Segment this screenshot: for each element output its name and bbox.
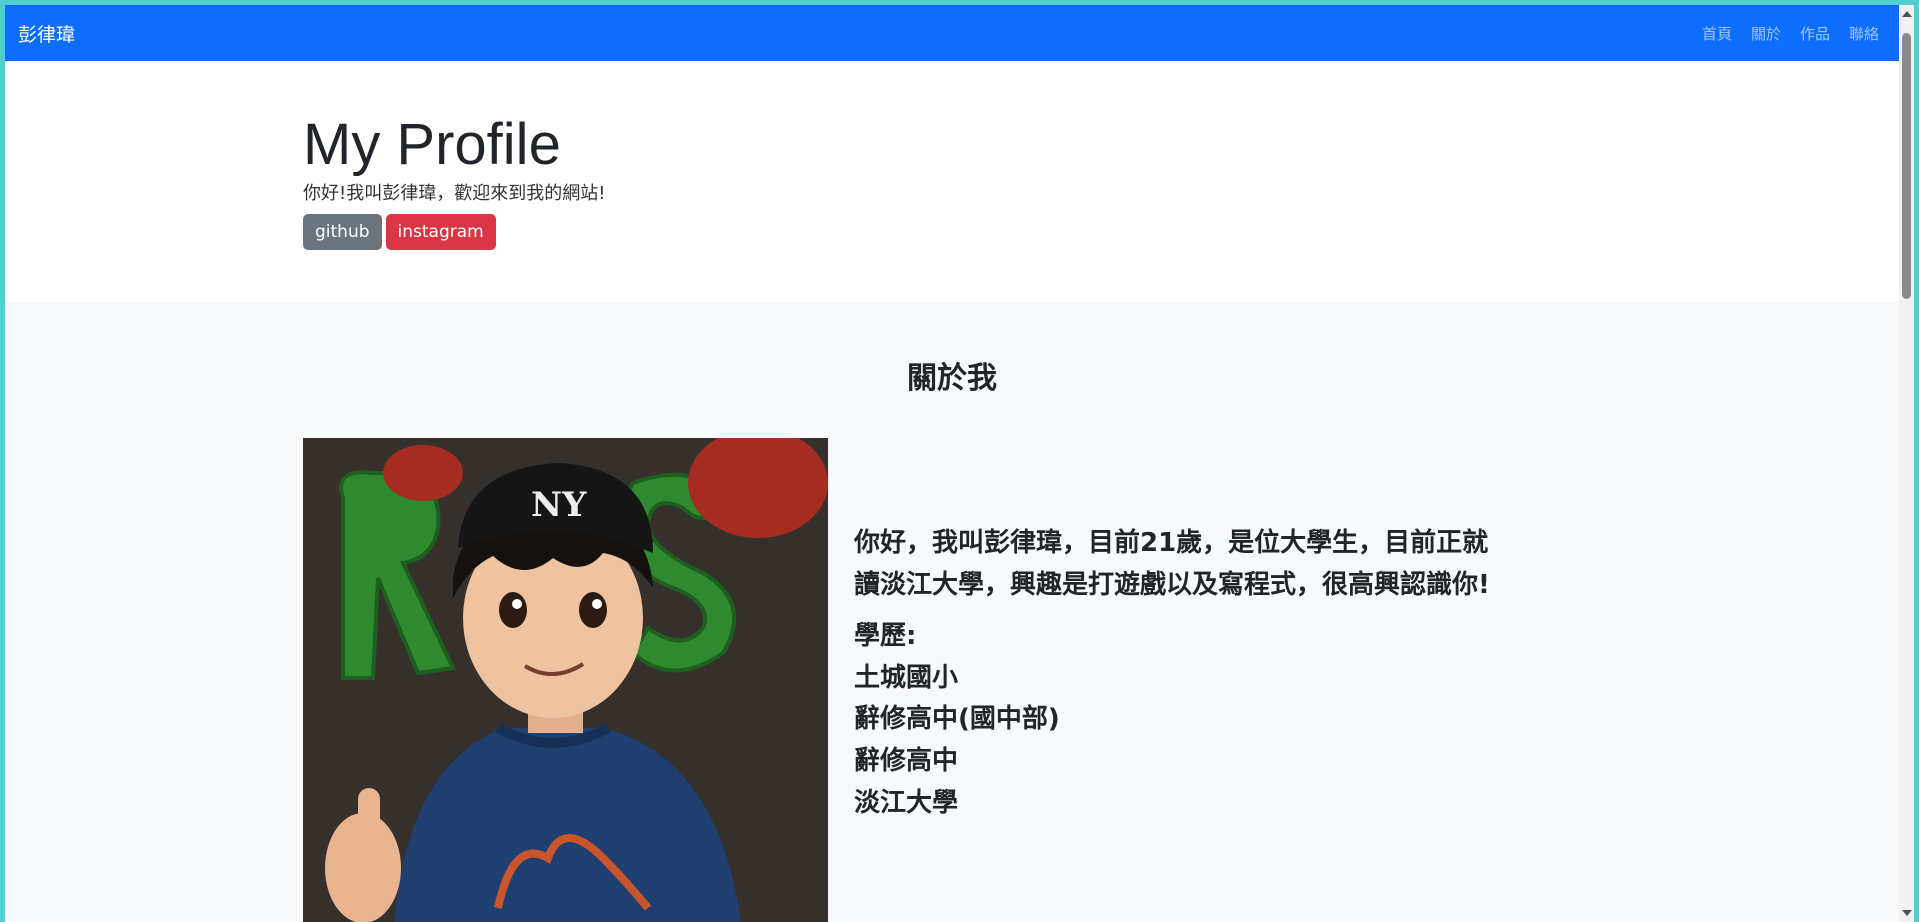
hero-section: My Profile 你好!我叫彭律瑋，歡迎來到我的網站! github ins…: [5, 61, 1899, 301]
education-item: 土城國小: [854, 662, 959, 693]
navbar-brand[interactable]: 彭律瑋: [18, 20, 75, 47]
scroll-up-arrow-icon[interactable]: [1902, 11, 1912, 17]
scrollbar-thumb[interactable]: [1902, 33, 1911, 299]
nav-link-home[interactable]: 首頁: [1702, 23, 1732, 44]
about-title: 關於我: [907, 361, 997, 396]
github-button[interactable]: github: [303, 213, 382, 250]
social-buttons: github instagram: [303, 213, 605, 250]
scroll-down-arrow-icon[interactable]: [1902, 910, 1912, 916]
education-item: 淡江大學: [854, 787, 959, 818]
nav-link-about[interactable]: 關於: [1751, 23, 1781, 44]
education-list: 學歷: 土城國小 辭修高中(國中部) 辭修高中 淡江大學: [854, 616, 1494, 824]
nav-link-contact[interactable]: 聯絡: [1849, 23, 1879, 44]
education-item: 辭修高中(國中部): [854, 704, 1060, 735]
profile-photo: NY: [303, 438, 828, 922]
navbar: 彭律瑋 首頁 關於 作品 聯絡: [5, 5, 1899, 61]
hero-content: My Profile 你好!我叫彭律瑋，歡迎來到我的網站! github ins…: [303, 113, 605, 250]
instagram-button[interactable]: instagram: [385, 213, 496, 250]
education-item: 辭修高中: [854, 745, 959, 776]
page-scrollbar[interactable]: [1899, 5, 1914, 922]
about-text: 你好，我叫彭律瑋，目前21歲，是位大學生，目前正就讀淡江大學，興趣是打遊戲以及寫…: [854, 523, 1494, 824]
page-title: My Profile: [303, 112, 561, 177]
hero-subtitle: 你好!我叫彭律瑋，歡迎來到我的網站!: [303, 182, 606, 204]
nav-links: 首頁 關於 作品 聯絡: [1702, 23, 1879, 44]
about-intro: 你好，我叫彭律瑋，目前21歲，是位大學生，目前正就讀淡江大學，興趣是打遊戲以及寫…: [854, 528, 1490, 600]
svg-text:NY: NY: [531, 485, 587, 525]
about-section: 關於我 NY 你好，我叫彭律瑋，目前21歲，是位大學生，目前正就讀淡江大學，興趣…: [5, 301, 1899, 922]
nav-link-works[interactable]: 作品: [1800, 23, 1830, 44]
browser-window: 彭律瑋 首頁 關於 作品 聯絡 My Profile 你好!我叫彭律瑋，歡迎來到…: [5, 5, 1899, 922]
education-label: 學歷:: [854, 621, 917, 652]
